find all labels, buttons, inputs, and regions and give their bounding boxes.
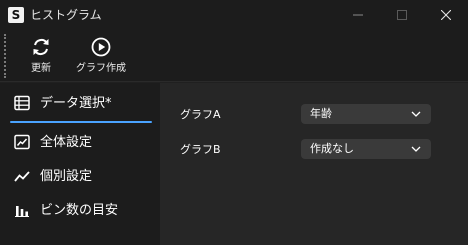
play-circle-icon [91,37,111,57]
graph-a-select[interactable]: 年齢 [301,104,431,124]
minimize-button[interactable] [336,0,380,30]
sidebar-item-individual-settings[interactable]: 個別設定 [0,160,160,194]
toolbar: 更新 グラフ作成 [0,30,468,82]
window-title: ヒストグラム [30,8,102,22]
chevron-down-icon [411,111,421,117]
graph-b-value: 作成なし [310,142,354,155]
maximize-icon [397,10,407,20]
app-icon-letter: S [11,8,21,22]
sidebar-item-label: ビン数の目安 [40,203,119,218]
main-panel: グラフA 年齢 グラフB 作成なし [160,83,468,245]
graph-b-label: グラフB [180,143,221,156]
active-indicator [10,121,152,123]
refresh-label: 更新 [31,63,51,74]
chevron-down-icon [411,146,421,152]
bar-chart-icon [15,206,29,217]
close-button[interactable] [424,0,468,30]
create-graph-button[interactable]: グラフ作成 [70,34,132,78]
sidebar-item-bin-guide[interactable]: ビン数の目安 [0,194,160,228]
sidebar-item-label: データ選択* [40,96,112,111]
sidebar: データ選択* 全体設定 個別設定 ビン数の目安 [0,83,160,245]
maximize-button[interactable] [380,0,424,30]
sidebar-item-overall-settings[interactable]: 全体設定 [0,126,160,160]
create-graph-label: グラフ作成 [76,63,126,74]
toolbar-grip[interactable] [4,34,6,78]
graph-a-label: グラフA [180,108,221,121]
graph-b-select[interactable]: 作成なし [301,139,431,159]
sidebar-item-label: 個別設定 [40,169,93,184]
graph-a-value: 年齢 [310,107,332,120]
sidebar-item-data-selection[interactable]: データ選択* [0,87,160,123]
refresh-button[interactable]: 更新 [22,34,60,78]
sidebar-item-label: 全体設定 [40,135,93,150]
title-bar: S ヒストグラム [0,0,468,30]
app-icon: S [8,7,24,23]
minimize-icon [353,14,363,16]
table-icon [14,95,30,111]
trend-chart-icon [14,134,30,150]
line-chart-icon [14,171,30,182]
refresh-icon [33,38,49,56]
close-icon [441,10,451,20]
